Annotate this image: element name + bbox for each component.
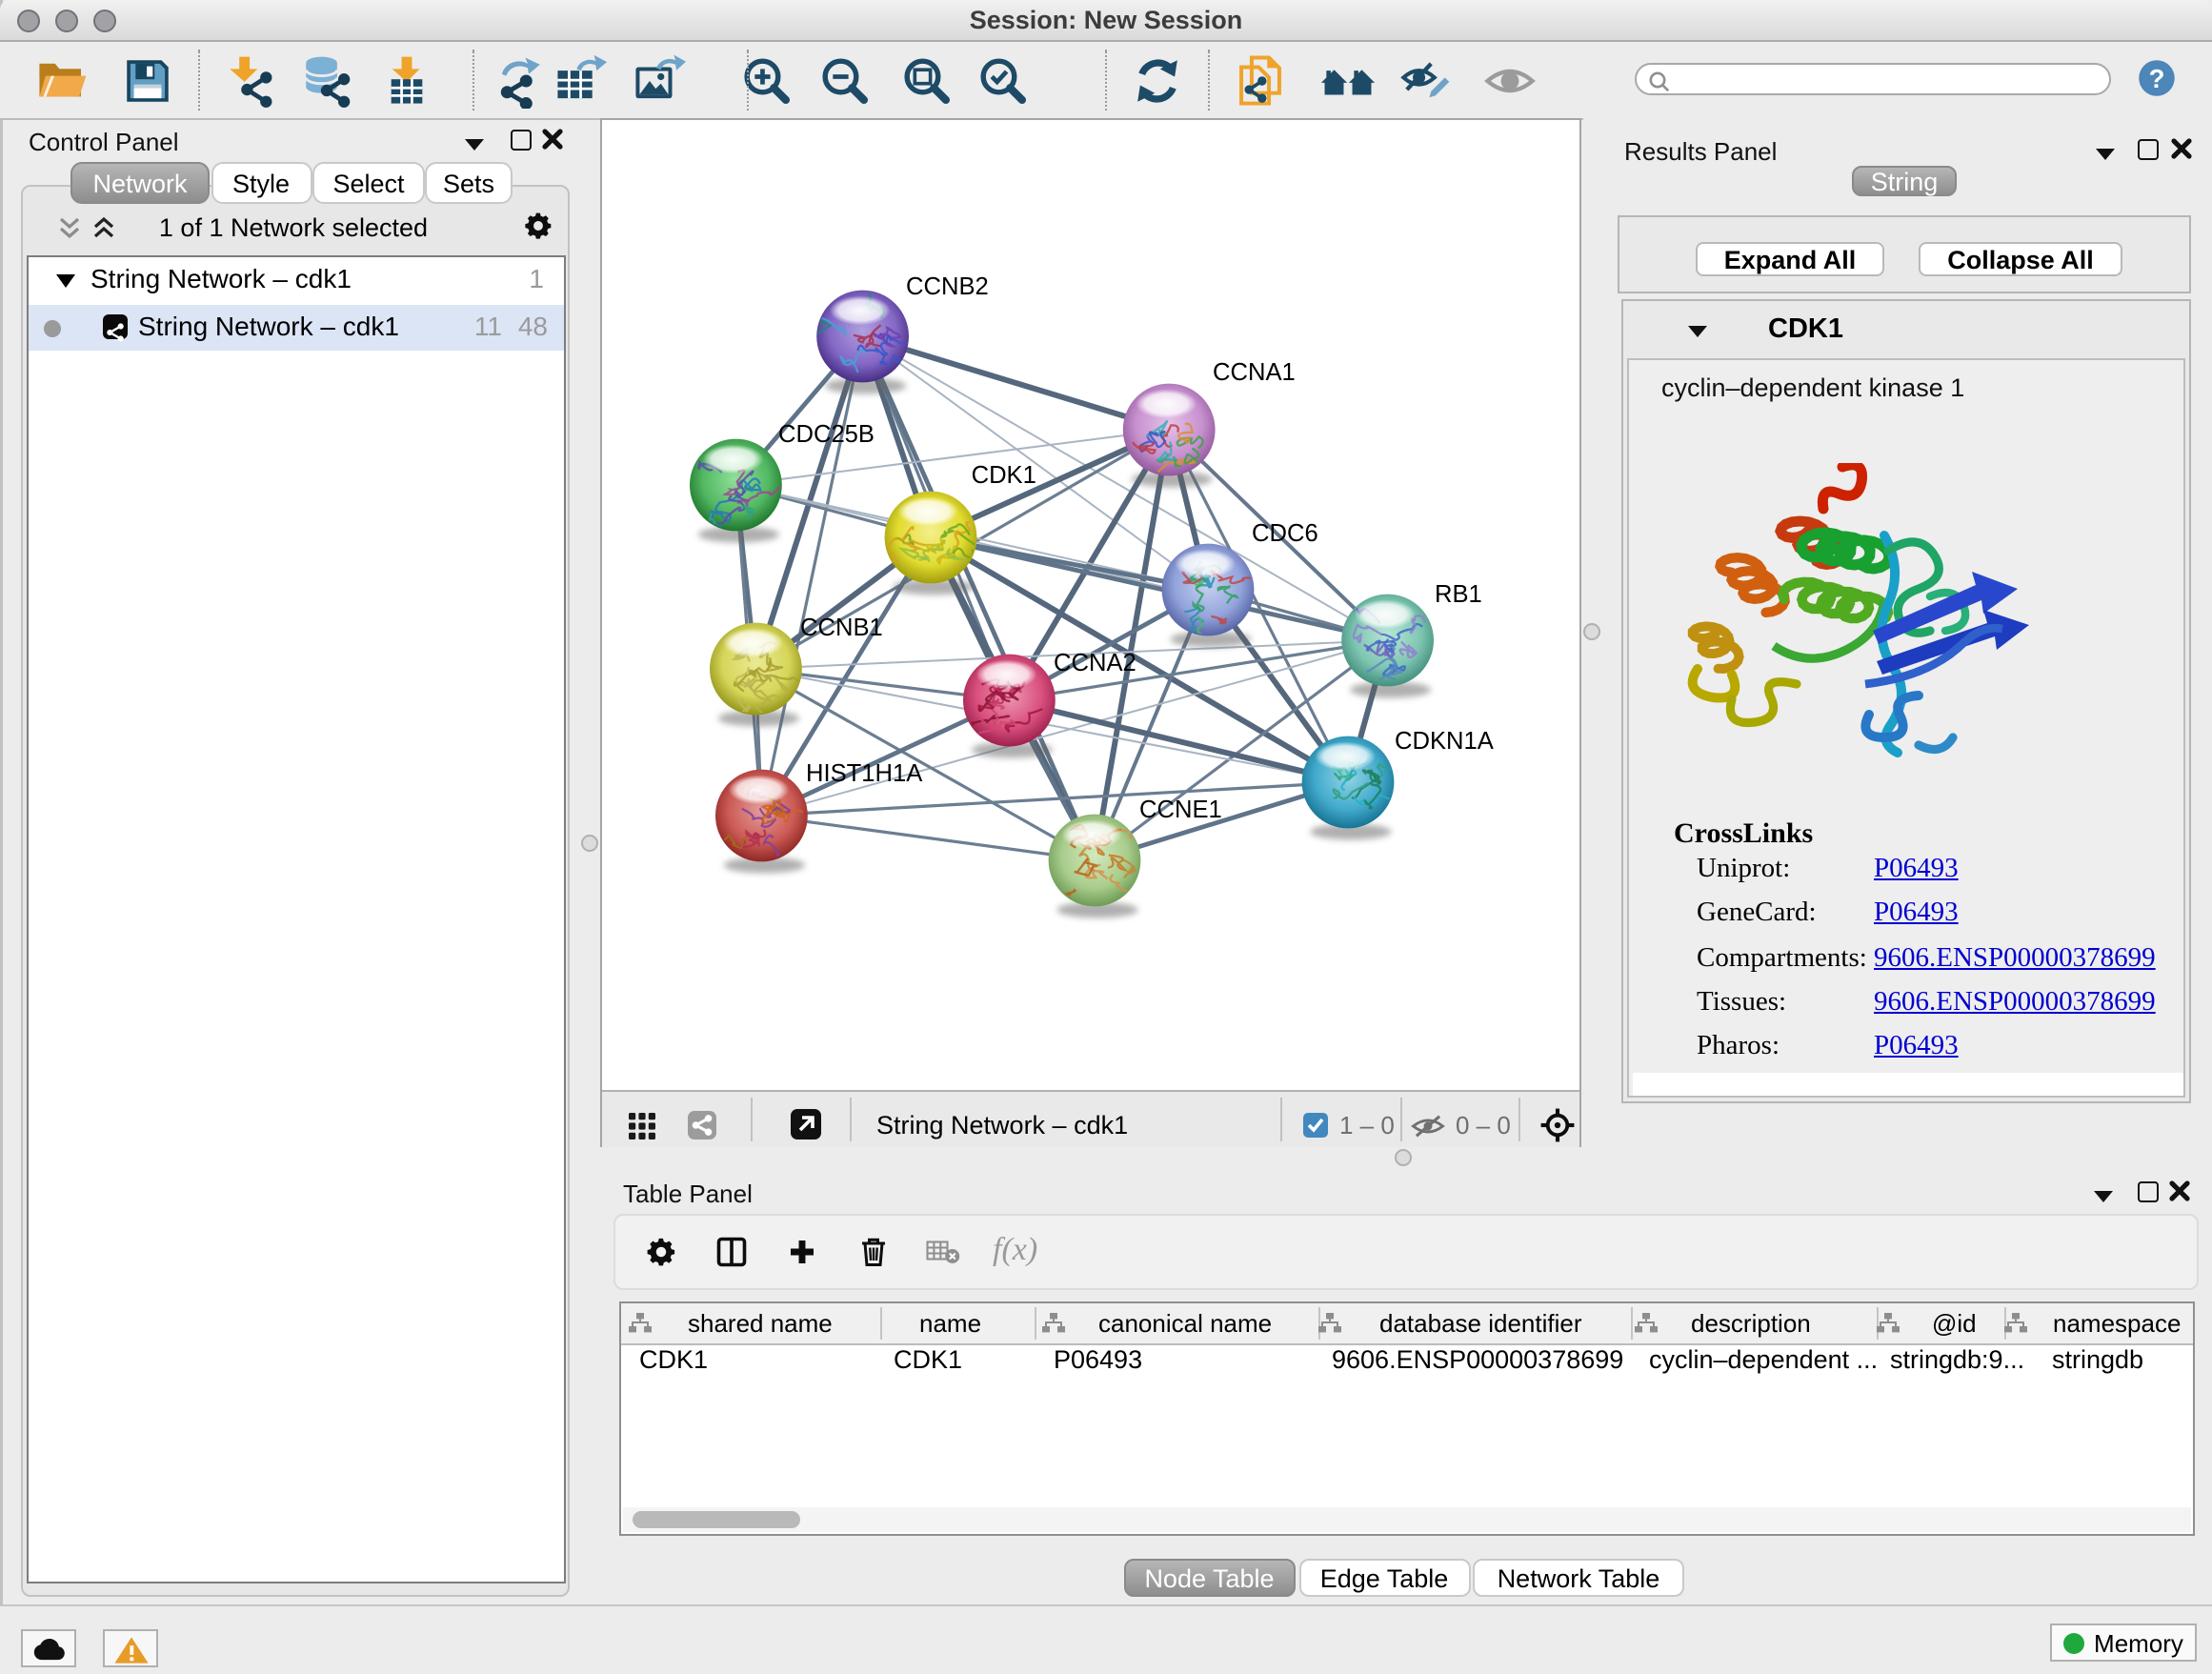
- svg-text:CDK1: CDK1: [972, 462, 1036, 489]
- svg-text:HIST1H1A: HIST1H1A: [806, 760, 923, 787]
- svg-text:CDC6: CDC6: [1252, 520, 1318, 547]
- svg-text:CCNB1: CCNB1: [800, 615, 883, 641]
- svg-text:CCNA2: CCNA2: [1054, 650, 1136, 676]
- svg-text:CDKN1A: CDKN1A: [1395, 728, 1495, 755]
- svg-text:CCNB2: CCNB2: [906, 273, 989, 300]
- svg-text:CCNE1: CCNE1: [1139, 797, 1222, 823]
- svg-text:CCNA1: CCNA1: [1213, 359, 1296, 386]
- svg-text:RB1: RB1: [1435, 581, 1482, 608]
- svg-text:CDC25B: CDC25B: [778, 421, 875, 448]
- svg-text:?: ?: [2149, 64, 2165, 93]
